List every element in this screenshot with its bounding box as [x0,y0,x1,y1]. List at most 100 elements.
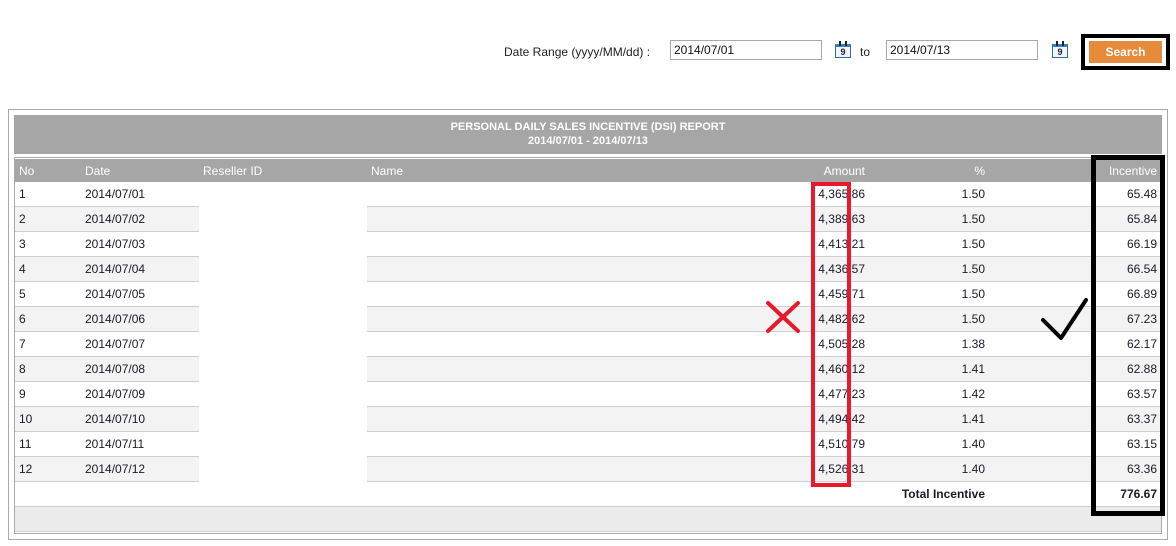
cell-percent: 1.50 [869,256,989,282]
cell-percent: 1.41 [869,406,989,432]
table-footer-row [15,506,1161,532]
cell-date: 2014/07/03 [81,231,199,257]
table-row: 12 2014/07/12 4,526.31 1.40 63.36 [15,456,1161,482]
cell-percent: 1.50 [869,231,989,257]
cell-reseller-id-redacted [199,231,367,257]
cell-no: 8 [15,356,81,382]
table-row: 6 2014/07/06 4,482.62 1.50 67.23 [15,306,1161,332]
table-row: 10 2014/07/10 4,494.42 1.41 63.37 [15,406,1161,432]
cell-name-redacted [367,431,787,457]
table-row: 3 2014/07/03 4,413.21 1.50 66.19 [15,231,1161,257]
cell-percent: 1.50 [869,306,989,332]
report-date-range: 2014/07/01 - 2014/07/13 [528,135,648,147]
check-mark-icon [1041,298,1088,340]
table-row: 8 2014/07/08 4,460.12 1.41 62.88 [15,356,1161,382]
cell-reseller-id-redacted [199,406,367,432]
cell-date: 2014/07/01 [81,182,199,207]
column-header-amount[interactable]: Amount [787,158,869,182]
total-row: Total Incentive 776.67 [15,481,1161,507]
cell-date: 2014/07/09 [81,381,199,407]
cell-reseller-id-redacted [199,256,367,282]
cell-no: 2 [15,206,81,232]
report-table-container: No Date Reseller ID Name Amount % Incent… [14,157,1162,534]
report-header: PERSONAL DAILY SALES INCENTIVE (DSI) REP… [14,115,1162,154]
cell-no: 7 [15,331,81,357]
cell-no: 12 [15,456,81,482]
cell-date: 2014/07/12 [81,456,199,482]
cell-date: 2014/07/08 [81,356,199,382]
table-row: 2 2014/07/02 4,389.63 1.50 65.84 [15,206,1161,232]
cell-reseller-id-redacted [199,331,367,357]
cell-name-redacted [367,306,787,332]
cell-reseller-id-redacted [199,206,367,232]
cell-percent: 1.50 [869,281,989,307]
cell-name-redacted [367,256,787,282]
cell-no: 10 [15,406,81,432]
search-highlight-box: Search [1081,34,1170,70]
table-row: 11 2014/07/11 4,510.79 1.40 63.15 [15,431,1161,457]
cell-name-redacted [367,456,787,482]
search-button[interactable]: Search [1089,41,1162,63]
cell-no: 6 [15,306,81,332]
cross-mark-icon [766,301,800,333]
column-header-no[interactable]: No [15,158,81,182]
to-date-input[interactable] [886,40,1038,60]
cell-date: 2014/07/04 [81,256,199,282]
to-label: to [860,45,871,59]
cell-name-redacted [367,331,787,357]
column-header-percent[interactable]: % [869,158,989,182]
cell-no: 11 [15,431,81,457]
column-header-reseller-id[interactable]: Reseller ID [199,158,367,182]
cell-date: 2014/07/11 [81,431,199,457]
cell-reseller-id-redacted [199,306,367,332]
cell-name-redacted [367,281,787,307]
cell-percent: 1.41 [869,356,989,382]
report-title: PERSONAL DAILY SALES INCENTIVE (DSI) REP… [450,121,726,133]
cell-reseller-id-redacted [199,182,367,207]
cell-reseller-id-redacted [199,456,367,482]
cell-reseller-id-redacted [199,431,367,457]
column-header-name[interactable]: Name [367,158,787,182]
table-row: 1 2014/07/01 4,365.86 1.50 65.48 [15,182,1161,207]
table-row: 4 2014/07/04 4,436.57 1.50 66.54 [15,256,1161,282]
cell-percent: 1.50 [869,182,989,207]
cell-name-redacted [367,406,787,432]
table-row: 7 2014/07/07 4,505.28 1.38 62.17 [15,331,1161,357]
cell-name-redacted [367,206,787,232]
cell-percent: 1.50 [869,206,989,232]
cell-no: 1 [15,182,81,207]
column-header-date[interactable]: Date [81,158,199,182]
cell-percent: 1.42 [869,381,989,407]
amount-column-highlight [811,182,851,487]
cell-no: 5 [15,281,81,307]
report-table: No Date Reseller ID Name Amount % Incent… [15,158,1161,532]
cell-percent: 1.38 [869,331,989,357]
cell-reseller-id-redacted [199,281,367,307]
cell-name-redacted [367,356,787,382]
table-row: 9 2014/07/09 4,477.23 1.42 63.57 [15,381,1161,407]
cell-date: 2014/07/07 [81,331,199,357]
cell-date: 2014/07/02 [81,206,199,232]
cell-percent: 1.40 [869,456,989,482]
cell-date: 2014/07/05 [81,281,199,307]
cell-name-redacted [367,231,787,257]
date-range-label: Date Range (yyyy/MM/dd) : [504,45,651,59]
calendar-icon[interactable]: 9 [1052,41,1068,58]
calendar-icon[interactable]: 9 [835,41,851,58]
cell-date: 2014/07/10 [81,406,199,432]
cell-percent: 1.40 [869,431,989,457]
table-header-row: No Date Reseller ID Name Amount % Incent… [15,158,1161,182]
check-stroke [1041,298,1088,340]
total-label: Total Incentive [869,481,989,507]
cell-reseller-id-redacted [199,381,367,407]
cell-no: 3 [15,231,81,257]
cell-reseller-id-redacted [199,356,367,382]
cell-no: 9 [15,381,81,407]
cell-date: 2014/07/06 [81,306,199,332]
table-row: 5 2014/07/05 4,459.71 1.50 66.89 [15,281,1161,307]
cell-name-redacted [367,381,787,407]
date-range-filter: Date Range (yyyy/MM/dd) : 9 to 9 Search [0,34,1176,72]
cell-no: 4 [15,256,81,282]
cell-name-redacted [367,182,787,207]
from-date-input[interactable] [670,40,822,60]
